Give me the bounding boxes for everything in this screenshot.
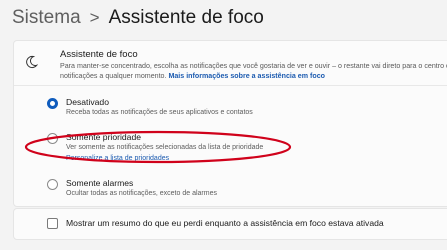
option-alarms-description: Ocultar todas as notificações, exceto de… — [66, 190, 217, 197]
radio-off[interactable] — [47, 98, 58, 109]
option-priority-description: Ver somente as notificações selecionadas… — [66, 144, 264, 151]
divider — [14, 85, 447, 86]
focus-assist-heading: Assistente de foco — [60, 49, 138, 60]
breadcrumb: Sistema > Assistente de foco — [12, 5, 264, 31]
summary-card: Mostrar um resumo do que eu perdi enquan… — [13, 208, 447, 240]
radio-alarms-only[interactable] — [47, 179, 58, 190]
option-off-label: Desativado — [66, 97, 109, 107]
radio-priority-only[interactable] — [47, 133, 58, 144]
focus-assist-description: Para manter-se concentrado, escolha as n… — [60, 61, 447, 81]
page-title: Assistente de foco — [108, 7, 264, 28]
option-off-description: Receba todas as notificações de seus apl… — [66, 109, 253, 116]
breadcrumb-parent[interactable]: Sistema — [12, 7, 81, 28]
focus-assist-card: Assistente de foco Para manter-se concen… — [13, 40, 447, 207]
breadcrumb-separator: > — [89, 8, 100, 27]
learn-more-link[interactable]: Mais informações sobre a assistência em … — [168, 72, 325, 80]
summary-checkbox-label[interactable]: Mostrar um resumo do que eu perdi enquan… — [66, 218, 384, 228]
option-priority-label: Somente prioridade — [66, 132, 142, 142]
option-alarms-label: Somente alarmes — [66, 178, 134, 188]
customize-priority-list-link[interactable]: Personalize a lista de prioridades — [66, 155, 169, 162]
summary-checkbox[interactable] — [47, 218, 58, 229]
